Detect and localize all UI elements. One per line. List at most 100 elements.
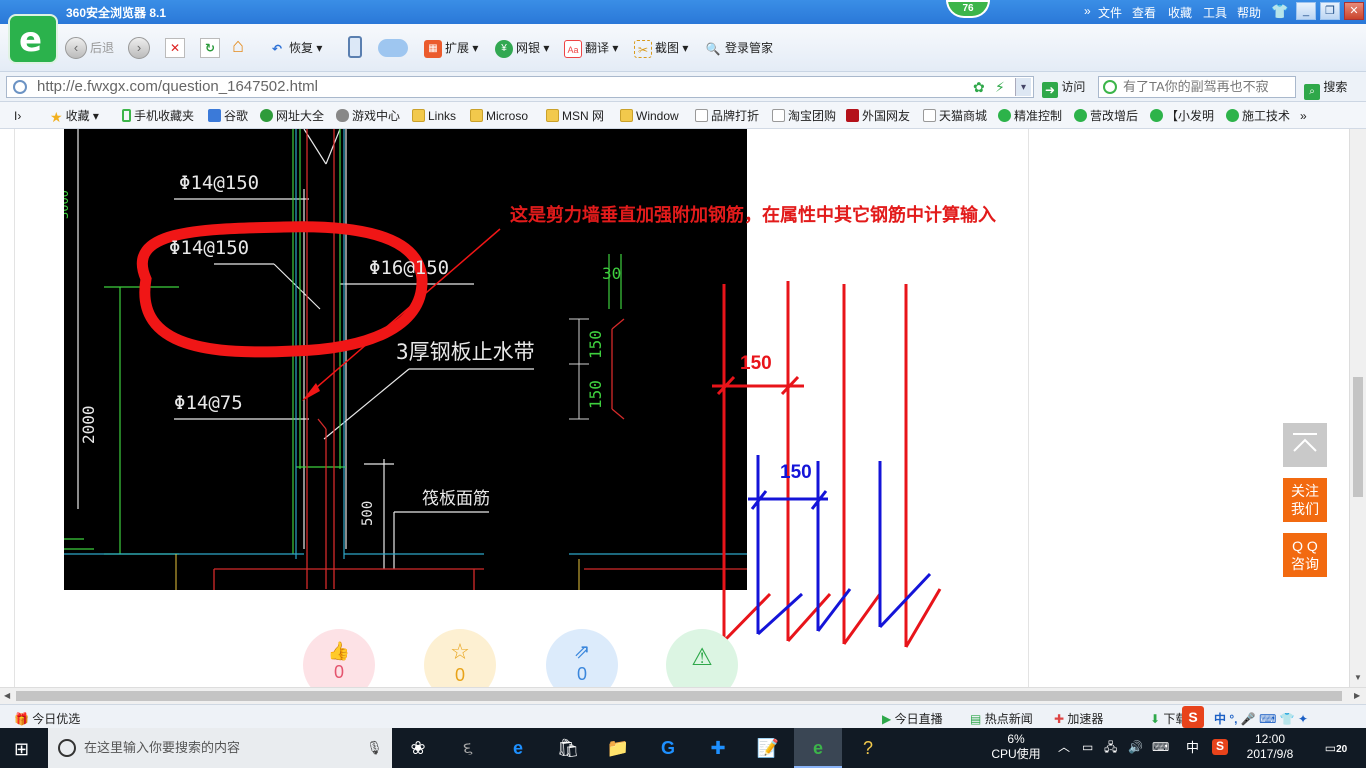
app-g-icon[interactable]: G [646, 732, 690, 764]
windows-start-icon[interactable]: ⊞ [14, 739, 29, 760]
scroll-left-icon[interactable]: ◀ [4, 691, 10, 700]
login-manager-button[interactable]: 🔍 登录管家 [704, 36, 774, 60]
search-input[interactable]: 有了TA你的副驾再也不寂 [1098, 76, 1296, 98]
speedup-button[interactable]: ✚ 加速器 [1054, 710, 1103, 727]
url-dropdown-icon[interactable]: ▾ [1015, 78, 1031, 96]
bookmark-item[interactable]: 外国网友 [846, 108, 910, 124]
bookmark-item[interactable]: 【小发明 [1150, 108, 1214, 124]
network-icon[interactable]: 🖧 [1104, 740, 1117, 755]
favorite-button[interactable]: ☆ 0 [424, 629, 496, 687]
ime-indicator[interactable]: 中 [1186, 740, 1199, 755]
bookmark-item[interactable]: 手机收藏夹 [122, 108, 194, 124]
home-icon[interactable]: ⌂ [232, 35, 244, 58]
bookmark-item[interactable]: 网址大全 [260, 108, 324, 124]
hot-news-button[interactable]: ▤ 热点新闻 [970, 710, 1033, 727]
close-button[interactable]: ✕ [1344, 2, 1364, 20]
horizontal-scroll-thumb[interactable] [16, 691, 1342, 701]
sidebar-toggle-icon[interactable]: I› [14, 108, 21, 124]
live-button[interactable]: ▶ 今日直播 [882, 710, 943, 727]
bookmark-label: Links [428, 109, 457, 123]
ime-toolbar[interactable]: 中 °, 🎤 ⌨ 👕 ✦ [1214, 710, 1308, 727]
scroll-down-icon[interactable]: ▼ [1354, 673, 1362, 682]
menu-overflow-icon[interactable]: » [1084, 4, 1091, 18]
refresh-icon[interactable]: ↻ [200, 38, 220, 58]
notes-icon[interactable]: 📝 [746, 732, 790, 764]
sogou-ime-icon[interactable]: S [1182, 706, 1204, 728]
horizontal-scrollbar[interactable]: ◀ ▶ [0, 687, 1366, 704]
phone-icon[interactable] [348, 36, 362, 58]
keyboard-icon[interactable]: ⌨ [1152, 740, 1169, 755]
bookmark-item[interactable]: MSN 网 [546, 108, 604, 124]
volume-icon[interactable]: 🔊 [1128, 740, 1143, 755]
bank-button[interactable]: ¥ 网银 ▾ [495, 36, 549, 60]
search-button[interactable]: ⌕ 搜索 [1304, 77, 1347, 100]
edge-icon[interactable]: e [496, 732, 540, 764]
extend-button[interactable]: ▦ 扩展 ▾ [424, 36, 478, 60]
follow-us-button[interactable]: 关注 我们 [1283, 478, 1327, 522]
file-explorer-icon[interactable]: 📁 [596, 732, 640, 764]
bookmark-item[interactable]: 天猫商城 [923, 108, 987, 124]
url-input[interactable]: http://e.fwxgx.com/question_1647502.html… [6, 76, 1034, 98]
visit-button[interactable]: ➜ 访问 [1042, 77, 1085, 98]
back-button-label[interactable]: 后退 [90, 36, 114, 60]
label-waterstop: 3厚钢板止水带 [396, 340, 535, 364]
bookmark-item[interactable]: 游戏中心 [336, 108, 400, 124]
help-app-icon[interactable]: ? [846, 732, 890, 764]
menu-file[interactable]: 文件 [1098, 4, 1122, 21]
today-picks-button[interactable]: 🎁 今日优选 [14, 710, 80, 727]
bookmark-item[interactable]: 施工技术 [1226, 108, 1290, 124]
vertical-scrollbar[interactable]: ▼ [1349, 129, 1366, 687]
notification-center-button[interactable]: ▭20 [1322, 736, 1350, 760]
bookmark-item[interactable]: Microso [470, 108, 528, 124]
bookmark-item[interactable]: 精准控制 [998, 108, 1062, 124]
taskbar-search-box[interactable]: 在这里输入你要搜索的内容 🎙 [48, 728, 392, 768]
maximize-button[interactable]: ❐ [1320, 2, 1340, 20]
wechat-icon [1074, 109, 1087, 122]
cloud-icon[interactable] [378, 39, 408, 57]
bookmark-item[interactable]: 谷歌 [208, 108, 248, 124]
app-plus-icon[interactable]: ✚ [696, 732, 740, 764]
back-to-top-button[interactable] [1283, 423, 1327, 467]
bookmark-label: 网址大全 [276, 109, 325, 123]
task-view-icon[interactable]: ❀ [396, 732, 440, 764]
skin-icon[interactable]: 👕 [1271, 3, 1291, 21]
bookmark-item[interactable]: Links [412, 108, 456, 124]
bookmark-favorites[interactable]: ★ 收藏 ▾ [50, 108, 99, 125]
menu-tools[interactable]: 工具 [1203, 4, 1227, 21]
bookmark-item[interactable]: 淘宝团购 [772, 108, 836, 124]
vertical-scroll-thumb[interactable] [1353, 377, 1363, 497]
screenshot-button[interactable]: ✂ 截图 ▾ [634, 36, 688, 60]
browser-360-task-icon[interactable]: e [794, 728, 842, 768]
bookmarks-overflow-icon[interactable]: » [1300, 108, 1307, 124]
forward-icon[interactable]: › [128, 37, 150, 59]
menu-favorites[interactable]: 收藏 [1168, 4, 1192, 21]
back-icon[interactable]: ‹ [65, 37, 87, 59]
microphone-icon[interactable]: 🎙 [366, 728, 383, 768]
stop-icon[interactable]: ✕ [165, 38, 185, 58]
sogou-tray-icon[interactable]: S [1212, 739, 1228, 755]
clock[interactable]: 12:00 2017/9/8 [1240, 732, 1300, 762]
battery-icon[interactable]: ▭ [1082, 740, 1093, 755]
lightning-icon[interactable]: ⚡ [995, 77, 1005, 97]
browser-logo-icon[interactable]: e [8, 14, 58, 64]
store-icon[interactable]: 🛍 [546, 732, 590, 764]
minimize-button[interactable]: _ [1296, 2, 1316, 20]
scroll-right-icon[interactable]: ▶ [1354, 691, 1360, 700]
share-button[interactable]: ⇗ 0 [546, 629, 618, 687]
qq-consult-button[interactable]: Q Q 咨询 [1283, 533, 1327, 577]
loading-icon[interactable]: ✿ [973, 77, 985, 97]
like-button[interactable]: 👍 0 [303, 629, 375, 687]
bookmark-item[interactable]: 品牌打折 [695, 108, 759, 124]
dim-2000: 2000 [79, 405, 98, 444]
bookmark-item[interactable]: 营改增后 [1074, 108, 1138, 124]
restore-button[interactable]: ↶ 恢复 ▾ [268, 36, 322, 60]
translate-button[interactable]: Aa 翻译 ▾ [564, 36, 618, 60]
tray-chevron-icon[interactable]: ︿ [1058, 740, 1070, 755]
menu-help[interactable]: 帮助 [1237, 4, 1261, 21]
cpu-usage[interactable]: 6% CPU使用 [984, 732, 1048, 762]
notification-count: 20 [1336, 744, 1348, 755]
bookmark-label: 淘宝团购 [788, 109, 837, 123]
bookmark-item[interactable]: Window [620, 108, 679, 124]
menu-view[interactable]: 查看 [1132, 4, 1156, 21]
app-swirl-icon[interactable]: ૬ [446, 732, 490, 764]
